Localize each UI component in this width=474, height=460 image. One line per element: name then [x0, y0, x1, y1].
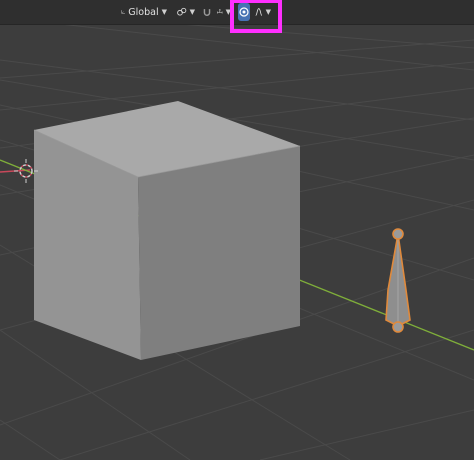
3d-viewport[interactable] — [0, 0, 474, 460]
snap-target-dropdown[interactable]: ▼ — [214, 3, 234, 21]
transform-orientation-label: Global — [128, 6, 159, 18]
snap-toggle-button[interactable] — [200, 3, 214, 21]
chevron-down-icon: ▼ — [189, 8, 195, 16]
transform-orientation-dropdown[interactable]: Global ▼ — [118, 3, 170, 21]
proportional-falloff-dropdown[interactable]: ▼ — [252, 3, 274, 21]
viewport-header: Global ▼ ▼ ▼ ▼ — [0, 0, 474, 25]
pivot-point-icon — [177, 7, 187, 16]
proportional-editing-icon — [239, 7, 249, 17]
cube-mesh[interactable] — [33, 101, 301, 360]
transform-orientation-icon — [121, 10, 125, 14]
smooth-falloff-icon — [255, 8, 263, 16]
pivot-point-dropdown[interactable]: ▼ — [174, 3, 198, 21]
chevron-down-icon: ▼ — [225, 8, 231, 16]
snap-increment-icon — [217, 9, 223, 14]
proportional-editing-toggle[interactable] — [238, 3, 250, 21]
chevron-down-icon: ▼ — [265, 8, 271, 16]
chevron-down-icon: ▼ — [161, 8, 167, 16]
snap-magnet-icon — [203, 9, 211, 16]
